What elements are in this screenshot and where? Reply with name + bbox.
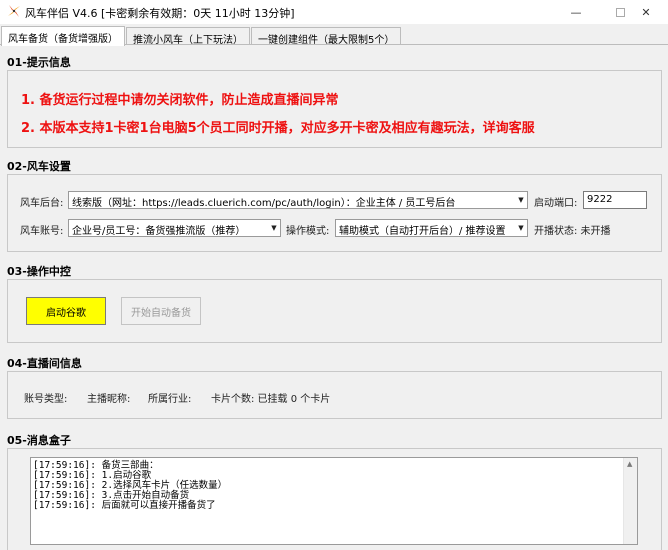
window-title: 风车伴侣 V4.6 [卡密剩余有效期：0天 11小时 13分钟] — [25, 7, 295, 20]
account-type-label: 账号类型: — [24, 394, 68, 405]
account-label: 风车账号: — [20, 226, 64, 237]
minimize-icon[interactable]: — — [554, 0, 598, 24]
chevron-down-icon: ▼ — [518, 224, 524, 232]
start-chrome-button[interactable]: 启动谷歌 — [26, 297, 106, 325]
log-line: [17:59:16]: 后面就可以直接开播备货了 — [33, 500, 216, 511]
tab-bar: 风车备货（备货增强版） 推流小风车（上下玩法） 一键创建组件（最大限制5个） — [0, 26, 668, 46]
port-input[interactable]: 9222 — [583, 191, 647, 209]
minimize-glyph: — — [570, 5, 582, 19]
tab-stock[interactable]: 风车备货（备货增强版） — [1, 26, 125, 46]
card-count-label: 卡片个数: 已挂载 0 个卡片 — [211, 394, 331, 405]
backend-label: 风车后台: — [20, 198, 64, 209]
room-section-title: 04-直播间信息 — [7, 357, 82, 370]
tips-section-title: 01-提示信息 — [7, 56, 71, 69]
control-section-title: 03-操作中控 — [7, 265, 71, 278]
backend-select[interactable]: 线索版（网址：https://leads.cluerich.com/pc/aut… — [68, 191, 528, 209]
host-name-label: 主播昵称: — [87, 394, 131, 405]
account-select-value: 企业号/员工号：备货强推流版（推荐） — [72, 226, 246, 237]
message-log-lines: [17:59:16]: 备货三部曲： [17:59:16]: 1.启动谷歌 [1… — [31, 461, 227, 511]
close-icon[interactable]: ✕ — [624, 0, 668, 24]
tip-line-2: 2. 本版本支持1卡密1台电脑5个员工同时开播，对应多开卡密及相应有趣玩法，详询… — [21, 121, 535, 136]
mode-select-value: 辅助模式（自动打开后台）/ 推荐设置 — [339, 226, 506, 237]
tip-line-1: 1. 备货运行过程中请勿关闭软件，防止造成直播间异常 — [21, 93, 339, 108]
settings-panel — [7, 174, 662, 252]
scroll-up-icon[interactable]: ▲ — [627, 460, 632, 468]
industry-label: 所属行业: — [148, 394, 192, 405]
account-select[interactable]: 企业号/员工号：备货强推流版（推荐） ▼ — [68, 219, 281, 237]
tips-panel — [7, 70, 662, 148]
backend-select-value: 线索版（网址：https://leads.cluerich.com/pc/aut… — [72, 198, 456, 209]
port-label: 启动端口: — [534, 198, 578, 209]
message-log[interactable]: [17:59:16]: 备货三部曲： [17:59:16]: 1.启动谷歌 [1… — [30, 457, 638, 545]
tab-push-flow[interactable]: 推流小风车（上下玩法） — [126, 27, 250, 46]
windmill-icon — [8, 5, 20, 17]
title-bar: 风车伴侣 V4.6 [卡密剩余有效期：0天 11小时 13分钟] — ✕ — [0, 0, 668, 24]
chevron-down-icon: ▼ — [271, 224, 277, 232]
chevron-down-icon: ▼ — [518, 196, 524, 204]
tab-create-components[interactable]: 一键创建组件（最大限制5个） — [251, 27, 402, 46]
close-glyph: ✕ — [641, 5, 651, 19]
messages-section-title: 05-消息盒子 — [7, 434, 71, 447]
auto-stock-button[interactable]: 开始自动备货 — [121, 297, 201, 325]
live-status: 开播状态: 未开播 — [534, 226, 611, 237]
log-scrollbar[interactable]: ▲ — [623, 458, 637, 544]
settings-section-title: 02-风车设置 — [7, 160, 71, 173]
mode-select[interactable]: 辅助模式（自动打开后台）/ 推荐设置 ▼ — [335, 219, 528, 237]
mode-label: 操作模式: — [286, 226, 330, 237]
